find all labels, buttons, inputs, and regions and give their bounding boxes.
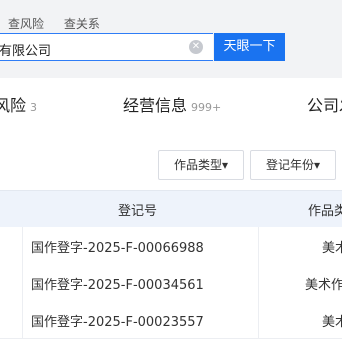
quick-links: 查风险 查关系 (8, 15, 116, 32)
tab-company-dev-label: 公司发 (307, 96, 342, 115)
category-tabs: 风险3 经营信息999+ 公司发 (0, 78, 342, 131)
reg-number-cell: 国作登字-2025-F-00066988 (31, 241, 204, 256)
column-divider (22, 227, 23, 264)
search-button[interactable]: 天眼一下 (214, 33, 285, 61)
link-check-relations[interactable]: 查关系 (64, 17, 100, 31)
table-row: 国作登字-2025-F-00066988 美术 (0, 227, 342, 265)
reg-number-cell: 国作登字-2025-F-00034561 (31, 278, 204, 293)
tab-business-info[interactable]: 经营信息 999+ (123, 92, 221, 116)
table-row: 国作登字-2025-F-00034561 美术作 (0, 264, 342, 302)
tab-risk-label: 风险 (0, 96, 27, 115)
search-input[interactable]: 有限公司 ✕ (0, 33, 213, 61)
column-divider (22, 264, 23, 301)
tab-business-info-label: 经营信息 (123, 96, 188, 115)
column-divider (258, 301, 259, 338)
app-root: 查风险 查关系 有限公司 ✕ 天眼一下 风险3 经营信息999+ 公司发 作品类… (0, 0, 342, 342)
work-type-cell: 美术 (322, 241, 342, 256)
header-work-type: 作品类 (308, 204, 342, 219)
tab-business-info-count: 999+ (191, 101, 222, 114)
search-input-value: 有限公司 (0, 44, 52, 59)
column-divider (258, 227, 259, 264)
tab-risk[interactable]: 风险 3 (0, 92, 37, 116)
header-reg-number: 登记号 (118, 204, 158, 219)
reg-number-cell: 国作登字-2025-F-00023557 (31, 315, 204, 330)
tab-company-dev[interactable]: 公司发 (307, 92, 342, 116)
work-type-cell: 美术 (322, 315, 342, 330)
work-type-filter[interactable]: 作品类型▾ (158, 150, 244, 180)
column-divider (258, 264, 259, 301)
link-check-risk[interactable]: 查风险 (8, 17, 44, 31)
table-row: 国作登字-2025-F-00023557 美术 (0, 301, 342, 339)
work-type-cell: 美术作 (305, 278, 342, 293)
clear-icon[interactable]: ✕ (189, 40, 203, 54)
filter-bar: 作品类型▾ 登记年份▾ (0, 130, 342, 186)
column-divider (22, 301, 23, 338)
table-header: 登记号 作品类 (0, 190, 342, 228)
reg-year-filter[interactable]: 登记年份▾ (250, 150, 336, 180)
search-header: 查风险 查关系 有限公司 ✕ 天眼一下 (0, 0, 342, 78)
tab-risk-count: 3 (30, 101, 38, 114)
